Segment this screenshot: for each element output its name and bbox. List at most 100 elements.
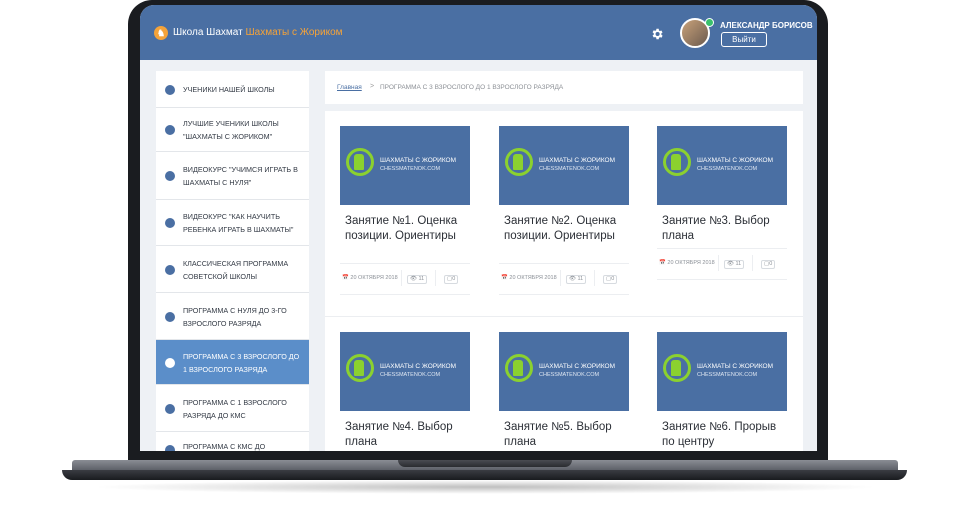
lesson-date: 📅 20 ОКТЯБРЯ 2018 xyxy=(342,275,398,281)
sidebar-item-label: ПРОГРАММА С НУЛЯ ДО 3-ГО ВЗРОСЛОГО РАЗРЯ… xyxy=(183,306,287,328)
sidebar-item-classic-program[interactable]: КЛАССИЧЕСКАЯ ПРОГРАММА СОВЕТСКОЙ ШКОЛЫ xyxy=(156,246,309,293)
breadcrumb-current: Программа с 3 взрослого до 1 взрослого р… xyxy=(380,84,564,91)
views-count: 👁 11 xyxy=(718,255,749,271)
chess-piece-icon xyxy=(513,154,523,170)
laptop-base-bottom xyxy=(62,470,907,480)
lesson-thumbnail[interactable]: ШАХМАТЫ С ЖОРИКОМ CHESSMATENOK.COM xyxy=(499,126,629,205)
eye-icon: 👁 11 xyxy=(724,260,745,269)
brand-accent: Шахматы с Жориком xyxy=(245,27,343,38)
thumbnail-site: CHESSMATENOK.COM xyxy=(380,372,441,378)
brand-main: Школа Шахмат xyxy=(173,27,243,38)
thumbnail-title: ШАХМАТЫ С ЖОРИКОМ xyxy=(697,363,774,370)
lesson-meta: 📅 20 ОКТЯБРЯ 2018 👁 11 ▢0 xyxy=(340,263,470,295)
sidebar-item-label: ПРОГРАММА С 3 ВЗРОСЛОГО ДО 1 ВЗРОСЛОГО Р… xyxy=(183,352,300,374)
breadcrumb-separator: > xyxy=(370,83,375,90)
thumbnail-title: ШАХМАТЫ С ЖОРИКОМ xyxy=(539,363,616,370)
play-icon xyxy=(165,404,175,414)
eye-icon: 👁 11 xyxy=(566,275,587,284)
sidebar-item-program-zero-3[interactable]: ПРОГРАММА С НУЛЯ ДО 3-ГО ВЗРОСЛОГО РАЗРЯ… xyxy=(156,293,309,340)
comments-count: ▢0 xyxy=(435,270,466,286)
lesson-title[interactable]: Занятие №4. Выбор плана xyxy=(345,420,470,450)
sidebar-item-program-3-1[interactable]: ПРОГРАММА С 3 ВЗРОСЛОГО ДО 1 ВЗРОСЛОГО Р… xyxy=(156,340,309,385)
thumbnail-title: ШАХМАТЫ С ЖОРИКОМ xyxy=(539,157,616,164)
comments-count: ▢0 xyxy=(594,270,625,286)
lesson-title[interactable]: Занятие №5. Выбор плана xyxy=(504,420,629,450)
views-count: 👁 11 xyxy=(560,270,591,286)
lesson-title[interactable]: Занятие №3. Выбор плана xyxy=(662,214,787,244)
chess-piece-icon xyxy=(671,154,681,170)
sidebar-item-label: ЛУЧШИЕ УЧЕНИКИ ШКОЛЫ "ШАХМАТЫ С ЖОРИКОМ" xyxy=(183,119,279,141)
play-icon xyxy=(165,171,175,181)
logout-button[interactable]: Выйти xyxy=(721,32,767,47)
chess-piece-icon xyxy=(354,154,364,170)
views-value: 11 xyxy=(735,261,742,267)
play-icon xyxy=(165,445,175,451)
lesson-thumbnail[interactable]: ШАХМАТЫ С ЖОРИКОМ CHESSMATENOK.COM xyxy=(340,126,470,205)
sidebar-item-label: ВИДЕОКУРС "УЧИМСЯ ИГРАТЬ В ШАХМАТЫ С НУЛ… xyxy=(183,165,298,187)
lesson-meta: 📅 20 ОКТЯБРЯ 2018 👁 11 ▢0 xyxy=(499,263,629,295)
lesson-date: 📅 20 ОКТЯБРЯ 2018 xyxy=(501,275,557,281)
sidebar-item-best-students[interactable]: ЛУЧШИЕ УЧЕНИКИ ШКОЛЫ "ШАХМАТЫ С ЖОРИКОМ" xyxy=(156,108,309,152)
breadcrumb-home-link[interactable]: Главная xyxy=(337,84,362,91)
lesson-title[interactable]: Занятие №1. Оценка позиции. Ориентиры xyxy=(345,214,470,244)
date-text: 20 ОКТЯБРЯ 2018 xyxy=(667,260,715,266)
views-count: 👁 11 xyxy=(401,270,432,286)
comment-icon: ▢0 xyxy=(603,275,618,284)
lesson-thumbnail[interactable]: ШАХМАТЫ С ЖОРИКОМ CHESSMATENOK.COM xyxy=(499,332,629,411)
thumbnail-title: ШАХМАТЫ С ЖОРИКОМ xyxy=(380,157,457,164)
sidebar-item-label: ПРОГРАММА С 1 ВЗРОСЛОГО РАЗРЯДА ДО КМС xyxy=(183,398,287,420)
lesson-title[interactable]: Занятие №2. Оценка позиции. Ориентиры xyxy=(504,214,629,244)
play-icon xyxy=(165,358,175,368)
chess-piece-icon xyxy=(354,360,364,376)
lesson-thumbnail[interactable]: ШАХМАТЫ С ЖОРИКОМ CHESSMATENOK.COM xyxy=(657,332,787,411)
lesson-meta: 📅 20 ОКТЯБРЯ 2018 👁 11 ▢0 xyxy=(657,248,787,280)
laptop-shadow xyxy=(90,480,880,494)
sidebar-item-label: УЧЕНИКИ НАШЕЙ ШКОЛЫ xyxy=(183,85,275,94)
sidebar-item-label: ПРОГРАММА С КМС ДО xyxy=(183,442,266,451)
laptop-screen: ♞ Школа Шахмат Шахматы с Жориком АЛЕКСАН… xyxy=(140,5,817,451)
play-icon xyxy=(165,218,175,228)
laptop-notch xyxy=(398,460,572,467)
comments-value: 0 xyxy=(452,276,456,282)
sidebar: УЧЕНИКИ НАШЕЙ ШКОЛЫ ЛУЧШИЕ УЧЕНИКИ ШКОЛЫ… xyxy=(156,71,309,451)
thumbnail-site: CHESSMATENOK.COM xyxy=(697,372,758,378)
sidebar-item-label: КЛАССИЧЕСКАЯ ПРОГРАММА СОВЕТСКОЙ ШКОЛЫ xyxy=(183,259,289,281)
views-value: 11 xyxy=(418,276,425,282)
gear-icon[interactable] xyxy=(650,27,664,41)
play-icon xyxy=(165,265,175,275)
eye-icon: 👁 11 xyxy=(407,275,428,284)
brand-title[interactable]: Школа Шахмат Шахматы с Жориком xyxy=(173,27,343,38)
online-status-icon xyxy=(705,18,714,27)
lesson-title[interactable]: Занятие №6. Прорыв по центру xyxy=(662,420,787,450)
thumbnail-site: CHESSMATENOK.COM xyxy=(380,166,441,172)
comments-count: ▢0 xyxy=(752,255,783,271)
thumbnail-site: CHESSMATENOK.COM xyxy=(697,166,758,172)
comment-icon: ▢0 xyxy=(444,275,459,284)
sidebar-item-program-1-kms[interactable]: ПРОГРАММА С 1 ВЗРОСЛОГО РАЗРЯДА ДО КМС xyxy=(156,385,309,432)
trophy-icon xyxy=(165,125,175,135)
sidebar-item-label: ВИДЕОКУРС "КАК НАУЧИТЬ РЕБЕНКА ИГРАТЬ В … xyxy=(183,212,294,234)
sidebar-item-video-course-zero[interactable]: ВИДЕОКУРС "УЧИМСЯ ИГРАТЬ В ШАХМАТЫ С НУЛ… xyxy=(156,152,309,200)
lesson-thumbnail[interactable]: ШАХМАТЫ С ЖОРИКОМ CHESSMATENOK.COM xyxy=(340,332,470,411)
thumbnail-title: ШАХМАТЫ С ЖОРИКОМ xyxy=(697,157,774,164)
user-name: АЛЕКСАНДР БОРИСОВ xyxy=(720,21,813,30)
lesson-thumbnail[interactable]: ШАХМАТЫ С ЖОРИКОМ CHESSMATENOK.COM xyxy=(657,126,787,205)
sidebar-item-students[interactable]: УЧЕНИКИ НАШЕЙ ШКОЛЫ xyxy=(156,71,309,108)
thumbnail-site: CHESSMATENOK.COM xyxy=(539,372,600,378)
breadcrumb: Главная > Программа с 3 взрослого до 1 в… xyxy=(325,71,803,104)
views-value: 11 xyxy=(577,276,584,282)
chess-piece-icon xyxy=(513,360,523,376)
play-icon xyxy=(165,312,175,322)
comment-icon: ▢0 xyxy=(761,260,776,269)
school-logo-icon[interactable]: ♞ xyxy=(154,26,168,40)
chess-piece-icon xyxy=(671,360,681,376)
row-divider xyxy=(325,316,803,317)
top-header: ♞ Школа Шахмат Шахматы с Жориком АЛЕКСАН… xyxy=(140,5,817,60)
thumbnail-site: CHESSMATENOK.COM xyxy=(539,166,600,172)
sidebar-item-program-kms[interactable]: ПРОГРАММА С КМС ДО xyxy=(156,432,309,451)
user-icon xyxy=(165,85,175,95)
comments-value: 0 xyxy=(611,276,615,282)
date-text: 20 ОКТЯБРЯ 2018 xyxy=(509,275,557,281)
date-text: 20 ОКТЯБРЯ 2018 xyxy=(350,275,398,281)
sidebar-item-video-course-child[interactable]: ВИДЕОКУРС "КАК НАУЧИТЬ РЕБЕНКА ИГРАТЬ В … xyxy=(156,200,309,246)
